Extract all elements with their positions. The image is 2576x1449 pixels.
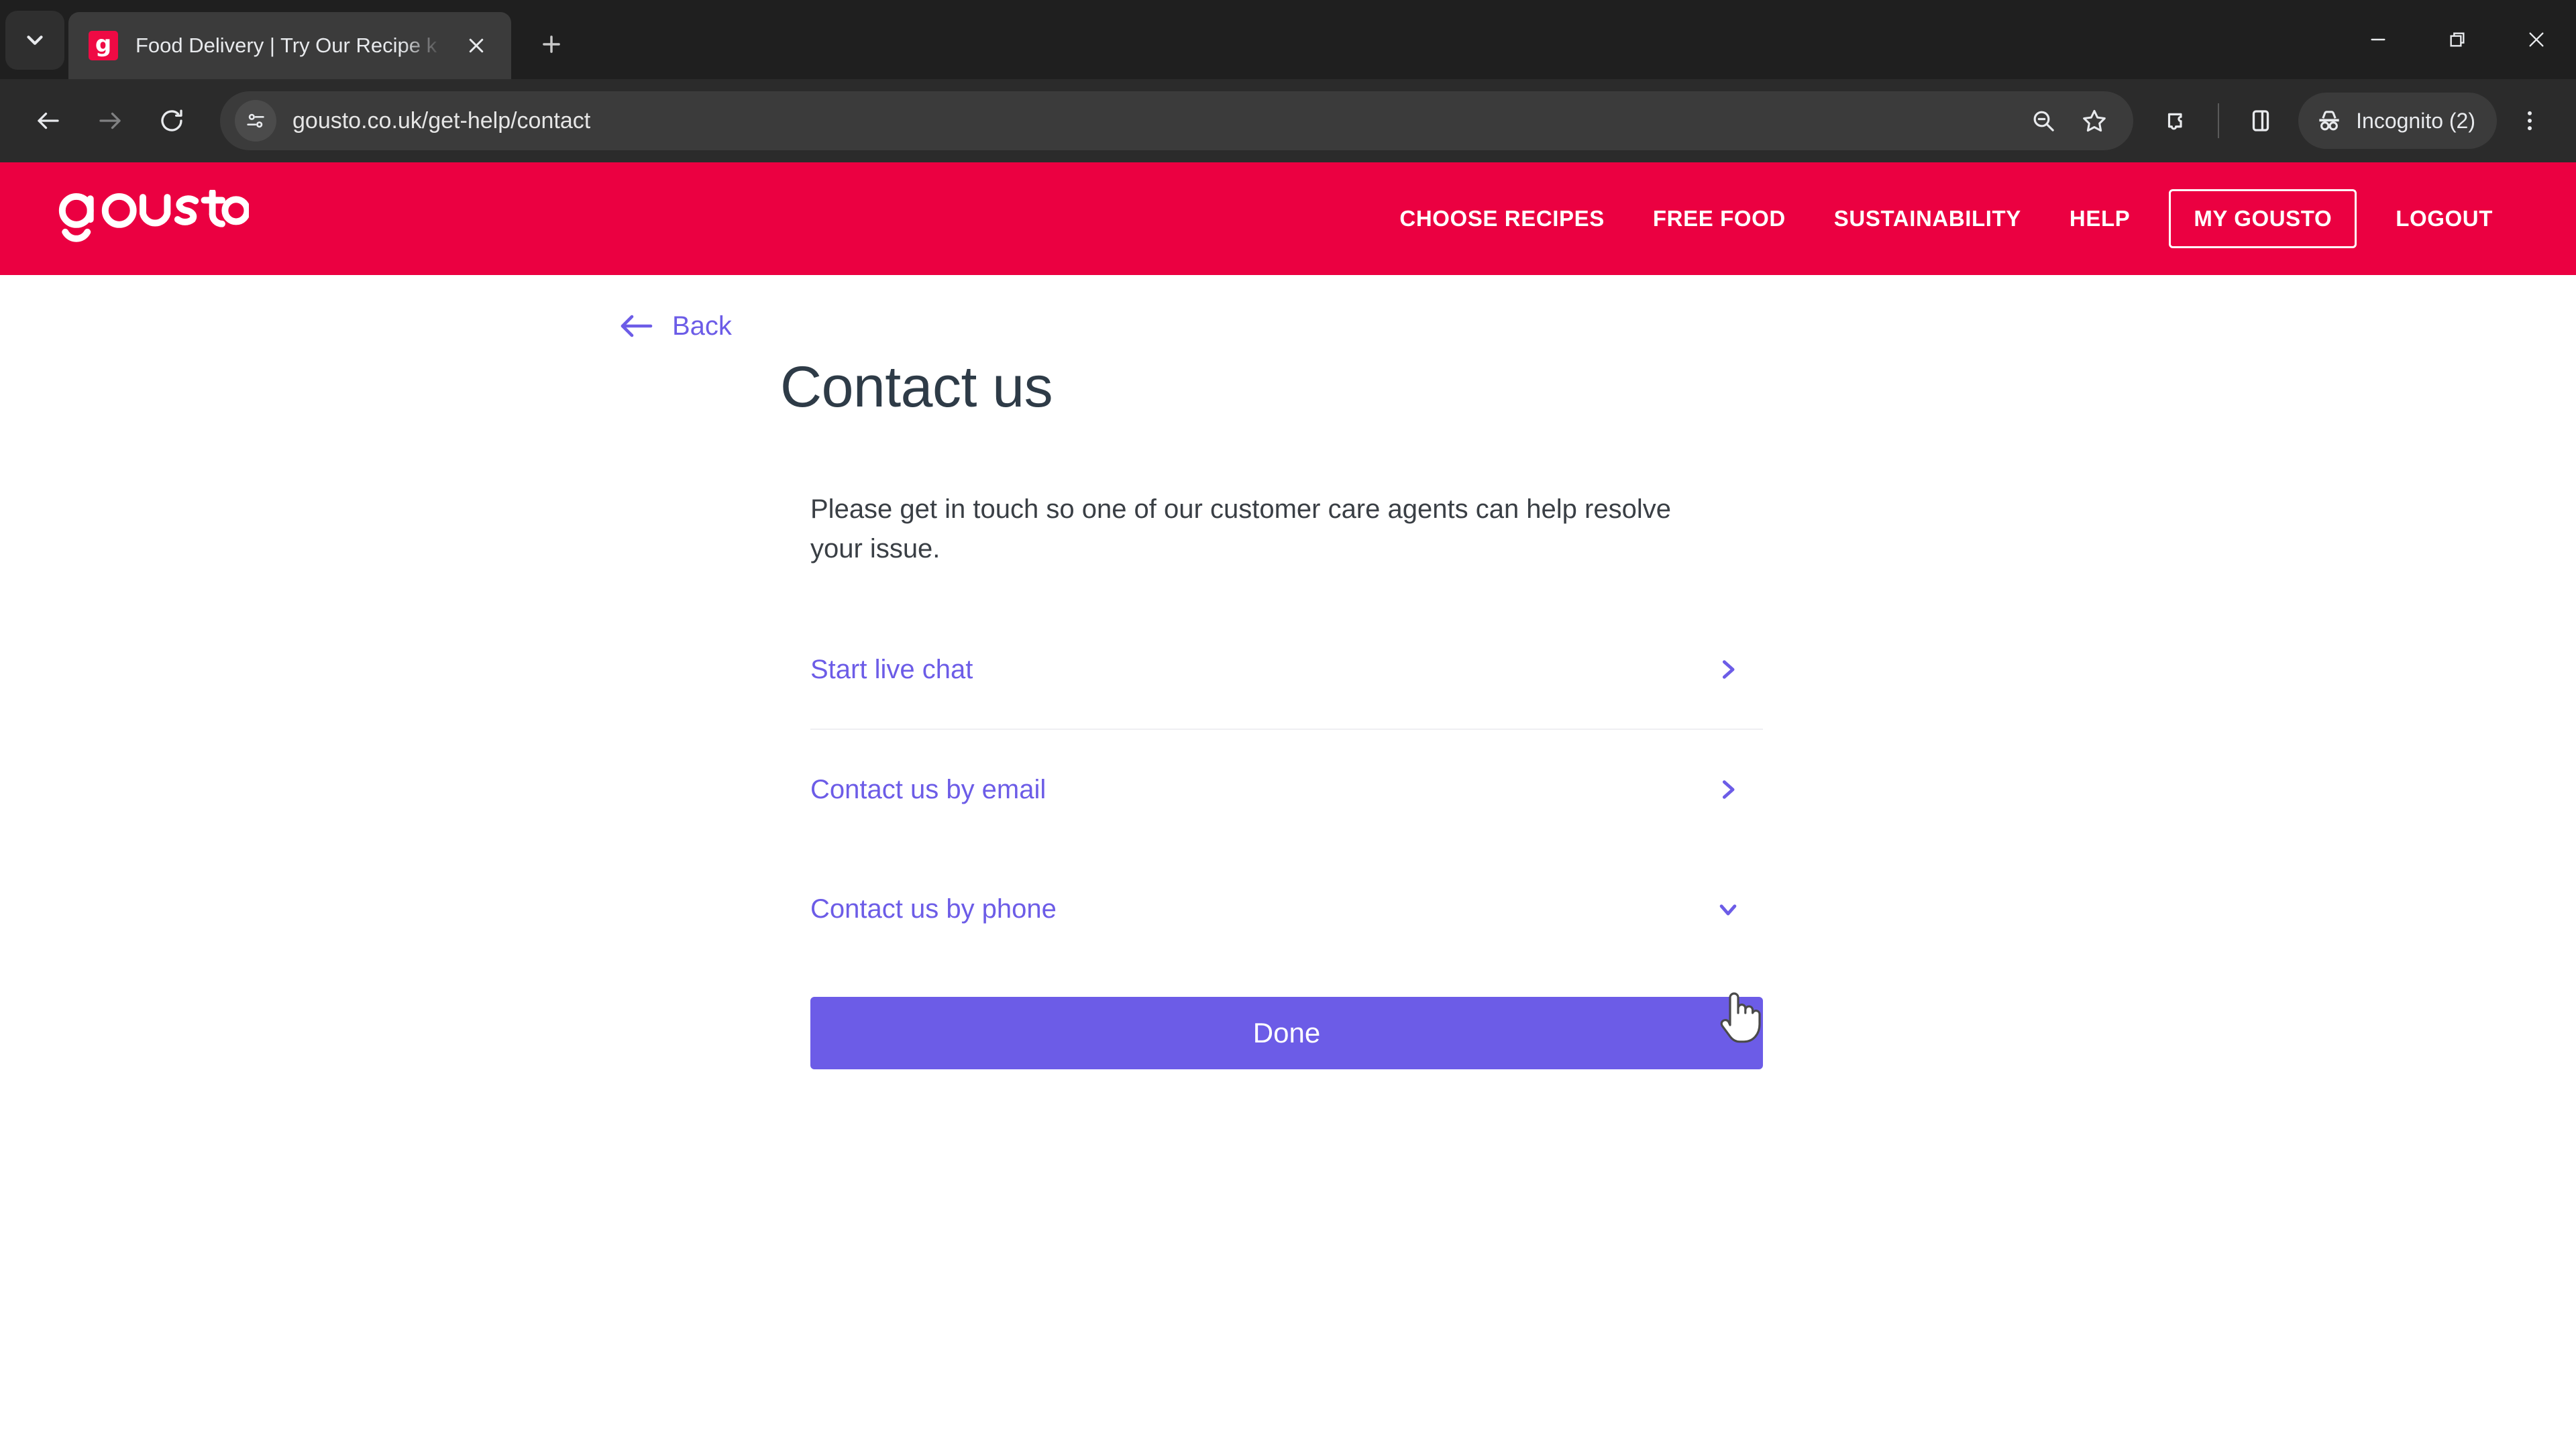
- browser-window: g Food Delivery | Try Our Recipe k goust…: [0, 0, 2576, 1449]
- browser-toolbar: gousto.co.uk/get-help/contact Incognito …: [0, 79, 2576, 162]
- option-label: Start live chat: [810, 654, 973, 684]
- incognito-indicator[interactable]: Incognito (2): [2298, 93, 2497, 149]
- site-header: CHOOSE RECIPES FREE FOOD SUSTAINABILITY …: [0, 162, 2576, 275]
- address-bar[interactable]: gousto.co.uk/get-help/contact: [220, 91, 2134, 150]
- done-button[interactable]: Done: [810, 997, 1763, 1070]
- url-text: gousto.co.uk/get-help/contact: [292, 107, 591, 133]
- chevron-right-icon[interactable]: [1708, 769, 1748, 810]
- nav-item-choose-recipes[interactable]: CHOOSE RECIPES: [1375, 206, 1628, 231]
- close-icon: [2529, 32, 2544, 47]
- option-contact-by-phone[interactable]: Contact us by phone: [810, 849, 1763, 969]
- contact-content: Please get in touch so one of our custom…: [810, 490, 1763, 1070]
- option-start-live-chat[interactable]: Start live chat: [810, 610, 1763, 731]
- browser-tab[interactable]: g Food Delivery | Try Our Recipe k: [68, 12, 511, 79]
- gousto-logo[interactable]: [56, 190, 249, 248]
- intro-text: Please get in touch so one of our custom…: [810, 494, 1671, 564]
- extensions-button[interactable]: [2145, 90, 2207, 152]
- arrow-right-icon: [99, 112, 121, 129]
- tab-search-button[interactable]: [5, 11, 64, 70]
- close-window-button[interactable]: [2497, 0, 2576, 79]
- gousto-favicon: g: [89, 31, 118, 60]
- bookmark-button[interactable]: [2069, 95, 2120, 146]
- chevron-down-icon[interactable]: [1708, 889, 1748, 929]
- page-viewport: CHOOSE RECIPES FREE FOOD SUSTAINABILITY …: [0, 162, 2576, 1449]
- chevron-down-icon: [27, 36, 43, 45]
- tab-title: Food Delivery | Try Our Recipe k: [136, 34, 437, 57]
- option-contact-by-email[interactable]: Contact us by email: [810, 730, 1763, 849]
- zoom-out-button[interactable]: [2018, 95, 2069, 146]
- forward-button[interactable]: [79, 90, 141, 152]
- toolbar-divider: [2218, 103, 2220, 138]
- tab-strip: g Food Delivery | Try Our Recipe k: [0, 0, 2576, 79]
- nav-item-sustainability[interactable]: SUSTAINABILITY: [1810, 206, 2045, 231]
- nav-item-free-food[interactable]: FREE FOOD: [1629, 206, 1810, 231]
- new-tab-button[interactable]: [526, 19, 577, 70]
- incognito-icon: [2319, 111, 2339, 131]
- restore-icon: [2450, 32, 2465, 47]
- arrow-left-icon: [621, 315, 653, 337]
- site-settings-button[interactable]: [235, 100, 276, 142]
- option-label: Contact us by phone: [810, 894, 1057, 924]
- zoom-out-icon: [2033, 111, 2054, 131]
- back-button[interactable]: [17, 90, 79, 152]
- side-panel-button[interactable]: [2230, 90, 2292, 152]
- nav-item-help[interactable]: HELP: [2045, 206, 2154, 231]
- page-title: Contact us: [780, 355, 1053, 419]
- minimize-icon: [2371, 38, 2385, 41]
- side-panel-icon: [2252, 110, 2269, 131]
- back-link[interactable]: Back: [617, 310, 732, 342]
- chrome-menu-button[interactable]: [2501, 92, 2559, 150]
- my-gousto-button[interactable]: MY GOUSTO: [2169, 189, 2357, 248]
- gousto-wordmark-icon: [58, 190, 249, 242]
- three-dot-menu-icon: [2527, 111, 2532, 131]
- option-label: Contact us by email: [810, 774, 1046, 804]
- restore-button[interactable]: [2418, 0, 2497, 79]
- window-controls: [2339, 0, 2576, 79]
- plus-icon: [543, 36, 560, 53]
- star-icon: [2083, 109, 2106, 132]
- incognito-label: Incognito (2): [2356, 108, 2475, 133]
- site-navigation: CHOOSE RECIPES FREE FOOD SUSTAINABILITY …: [1375, 189, 2517, 248]
- arrow-left-icon: [38, 112, 59, 129]
- minimize-button[interactable]: [2339, 0, 2418, 79]
- tab-close-button[interactable]: [458, 27, 495, 64]
- back-label: Back: [672, 311, 732, 341]
- puzzle-icon: [2168, 113, 2182, 130]
- reload-icon: [161, 109, 182, 131]
- favicon-letter: g: [95, 31, 112, 58]
- logout-button[interactable]: LOGOUT: [2371, 206, 2517, 231]
- close-icon: [469, 38, 484, 53]
- tune-icon: [247, 113, 264, 128]
- reload-button[interactable]: [141, 90, 203, 152]
- chevron-right-icon[interactable]: [1708, 649, 1748, 690]
